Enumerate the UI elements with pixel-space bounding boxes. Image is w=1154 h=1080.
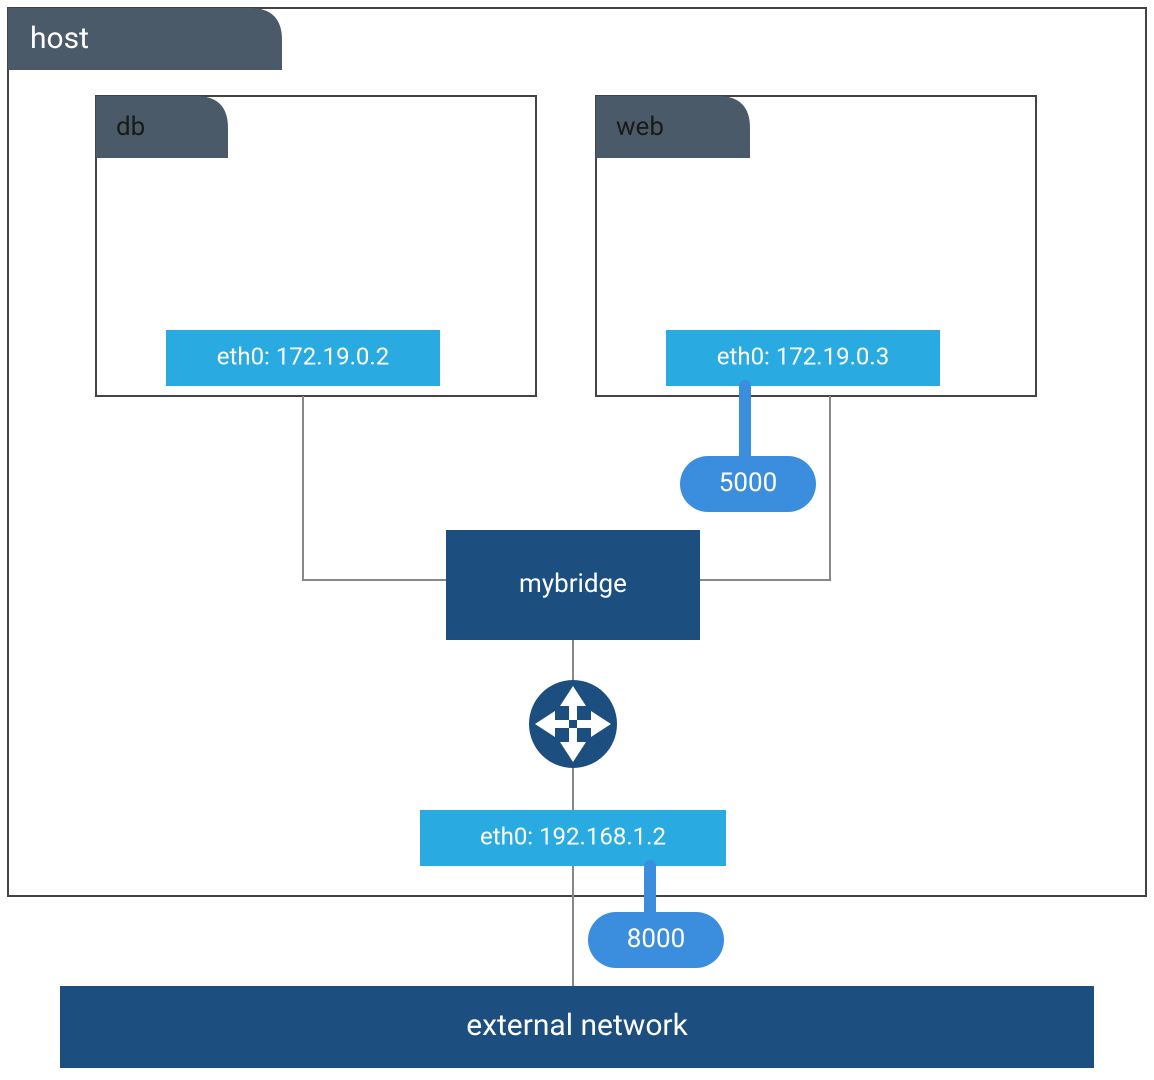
web-label: web <box>616 112 664 142</box>
db-label: db <box>116 112 145 142</box>
host-interface-label: eth0: 192.168.1.2 <box>480 822 666 850</box>
db-interface-label: eth0: 172.19.0.2 <box>217 342 389 370</box>
bridge-label: mybridge <box>519 569 627 599</box>
host-label: host <box>30 21 89 56</box>
external-network-label: external network <box>466 1008 688 1043</box>
port-5000-label: 5000 <box>719 468 777 498</box>
container-web: web eth0: 172.19.0.3 <box>596 96 1036 396</box>
port-8000-label: 8000 <box>627 924 685 954</box>
container-db: db eth0: 172.19.0.2 <box>96 96 536 396</box>
web-interface-label: eth0: 172.19.0.3 <box>717 342 889 370</box>
network-diagram: host db eth0: 172.19.0.2 web eth0: 172.1… <box>0 0 1154 1076</box>
